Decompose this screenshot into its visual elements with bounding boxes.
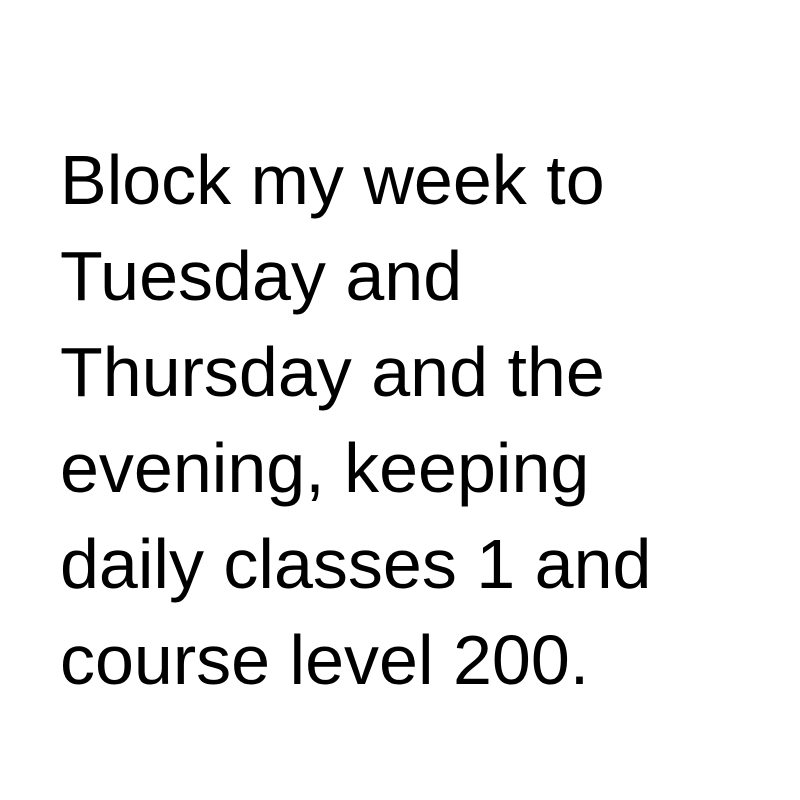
instruction-line-1: Block my week to: [60, 141, 605, 219]
canvas: Block my week to Tuesday and Thursday an…: [0, 0, 800, 800]
instruction-line-6: course level 200.: [60, 621, 590, 699]
instruction-line-3: Thursday and the: [60, 333, 605, 411]
instruction-line-5: daily classes 1 and: [60, 525, 652, 603]
instruction-line-4: evening, keeping: [60, 429, 590, 507]
instruction-text: Block my week to Tuesday and Thursday an…: [60, 132, 760, 708]
instruction-line-2: Tuesday and: [60, 237, 463, 315]
